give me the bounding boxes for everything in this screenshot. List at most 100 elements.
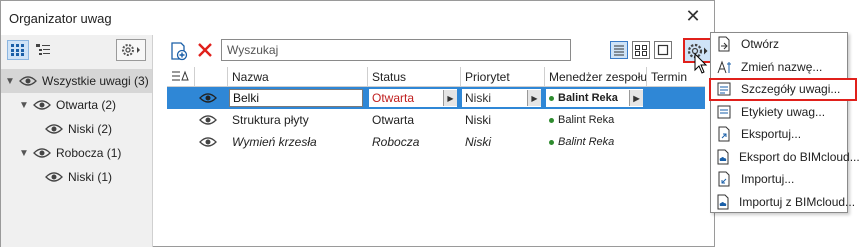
eye-icon[interactable]: [33, 147, 51, 159]
menu-item-rename[interactable]: Zmień nazwę...: [711, 56, 847, 79]
name-edit-field[interactable]: Belki: [229, 89, 363, 107]
note-tree: ▼ Wszystkie uwagi (3) ▼ Otwarta (2) Nisk…: [1, 69, 152, 189]
tree-panel: ▼ Wszystkie uwagi (3) ▼ Otwarta (2) Nisk…: [1, 35, 153, 247]
menu-item-note-tags[interactable]: Etykiety uwag...: [711, 101, 847, 124]
options-context-menu: Otwórz Zmień nazwę... Szczegóły uwagi...…: [709, 32, 860, 214]
list-view-icon[interactable]: [610, 41, 628, 59]
manager-value: Balint Reka: [558, 136, 615, 148]
eye-icon[interactable]: [195, 109, 228, 131]
visibility-column-header[interactable]: [195, 67, 228, 86]
name-cell: Wymień krzesła: [232, 135, 317, 149]
tree-node-label: Niski (1): [68, 170, 112, 184]
chevron-right-icon[interactable]: ▶: [527, 90, 541, 106]
menu-item-import[interactable]: Importuj...: [711, 168, 847, 191]
name-cell: Belki: [228, 87, 368, 109]
mouse-cursor-icon: [694, 52, 708, 75]
menu-item-label: Etykiety uwag...: [741, 104, 826, 119]
status-value: Otwarta: [372, 91, 415, 105]
note-organizer-window: Organizator uwag ✕ ▼ Wszystkie uwagi (3)…: [0, 0, 715, 247]
column-header-priority[interactable]: Priorytet: [461, 67, 545, 86]
manager-status-dot: [549, 139, 554, 145]
tree-view-icon[interactable]: [32, 40, 54, 60]
chevron-right-icon[interactable]: ▶: [629, 90, 643, 106]
table-row[interactable]: Struktura płyty Otwarta Niski Balint Rek…: [167, 109, 705, 131]
eye-icon[interactable]: [195, 131, 228, 153]
name-cell: Struktura płyty: [232, 113, 309, 127]
notes-toolbar: Wyszukaj: [153, 35, 716, 65]
grid-view-icon[interactable]: [7, 40, 29, 60]
eye-icon[interactable]: [195, 87, 228, 109]
eye-icon[interactable]: [45, 171, 63, 183]
details-icon: [715, 80, 733, 98]
single-view-icon[interactable]: [654, 41, 672, 59]
manager-status-dot: [549, 117, 554, 123]
notes-table: Nazwa Status Priorytet Menedżer zespołu …: [167, 67, 705, 153]
rename-icon: [715, 58, 733, 76]
deadline-cell: [647, 131, 705, 153]
manager-cell: Balint Reka: [545, 109, 647, 131]
tree-node-label: Wszystkie uwagi (3): [42, 74, 149, 88]
priority-dropdown[interactable]: Niski ▶: [462, 89, 541, 107]
marker-column-icon[interactable]: [167, 67, 195, 86]
close-icon[interactable]: ✕: [684, 7, 702, 25]
manager-value: Balint Reka: [558, 114, 615, 126]
import-cloud-icon: [715, 193, 731, 211]
tree-node-all-notes[interactable]: ▼ Wszystkie uwagi (3): [1, 69, 152, 93]
priority-value: Niski: [465, 91, 491, 105]
manager-cell: Balint Reka: [545, 131, 647, 153]
manager-value: Balint Reka: [558, 92, 618, 104]
import-icon: [715, 170, 733, 188]
menu-item-label: Otwórz: [741, 37, 780, 52]
window-titlebar: Organizator uwag: [1, 1, 714, 35]
chevron-down-icon[interactable]: ▼: [5, 76, 15, 87]
menu-item-label: Zmień nazwę...: [741, 59, 823, 74]
eye-icon[interactable]: [45, 123, 63, 135]
priority-cell: Niski: [465, 135, 491, 149]
deadline-cell[interactable]: [647, 87, 705, 109]
priority-cell: Niski ▶: [461, 87, 545, 109]
table-row[interactable]: Wymień krzesła Robocza Niski Balint Reka: [167, 131, 705, 153]
tree-node-open[interactable]: ▼ Otwarta (2): [1, 93, 152, 117]
window-title: Organizator uwag: [9, 10, 112, 26]
chevron-down-icon[interactable]: ▼: [19, 100, 29, 111]
tree-node-label: Otwarta (2): [56, 98, 117, 112]
thumbnail-view-icon[interactable]: [632, 41, 650, 59]
menu-item-note-details[interactable]: Szczegóły uwagi...: [709, 78, 857, 101]
status-dropdown[interactable]: Otwarta ▶: [369, 89, 457, 107]
delete-note-icon[interactable]: [197, 42, 213, 58]
column-header-name[interactable]: Nazwa: [228, 67, 368, 86]
menu-item-open[interactable]: Otwórz: [711, 33, 847, 56]
column-header-status[interactable]: Status: [368, 67, 461, 86]
row-marker: [167, 109, 195, 131]
column-header-manager[interactable]: Menedżer zespołu: [545, 67, 647, 86]
notes-panel: Wyszukaj Nazwa Status Priorytet Menedżer…: [153, 35, 716, 247]
tree-node-label: Niski (2): [68, 122, 112, 136]
menu-item-label: Eksport do BIMcloud...: [739, 149, 860, 164]
chevron-down-icon[interactable]: ▼: [19, 148, 29, 159]
add-note-icon[interactable]: [169, 41, 189, 61]
tree-node-open-low[interactable]: Niski (2): [1, 117, 152, 141]
priority-cell: Niski: [465, 113, 491, 127]
eye-icon[interactable]: [33, 99, 51, 111]
search-input[interactable]: Wyszukaj: [221, 39, 571, 61]
menu-item-export[interactable]: Eksportuj...: [711, 123, 847, 146]
menu-item-import-bimcloud[interactable]: Importuj z BIMcloud...: [711, 191, 855, 214]
menu-item-export-bimcloud[interactable]: Eksport do BIMcloud...: [711, 146, 860, 169]
tree-node-label: Robocza (1): [56, 146, 122, 160]
status-cell: Otwarta ▶: [368, 87, 461, 109]
manager-cell: Balint Reka ▶: [545, 87, 647, 109]
menu-item-label: Importuj...: [741, 172, 795, 187]
eye-icon[interactable]: [19, 75, 37, 87]
row-marker: [167, 87, 195, 109]
chevron-right-icon[interactable]: ▶: [443, 90, 457, 106]
gear-icon: [122, 44, 140, 56]
menu-item-label: Importuj z BIMcloud...: [739, 194, 856, 209]
table-row[interactable]: Belki Otwarta ▶ Niski ▶ Balint Reka ▶: [167, 87, 705, 109]
row-marker: [167, 131, 195, 153]
tree-options-button[interactable]: [116, 39, 146, 61]
manager-status-dot: [549, 95, 554, 101]
table-header: Nazwa Status Priorytet Menedżer zespołu …: [167, 67, 705, 87]
manager-dropdown[interactable]: Balint Reka ▶: [546, 89, 643, 107]
tree-node-draft[interactable]: ▼ Robocza (1): [1, 141, 152, 165]
tree-node-draft-low[interactable]: Niski (1): [1, 165, 152, 189]
